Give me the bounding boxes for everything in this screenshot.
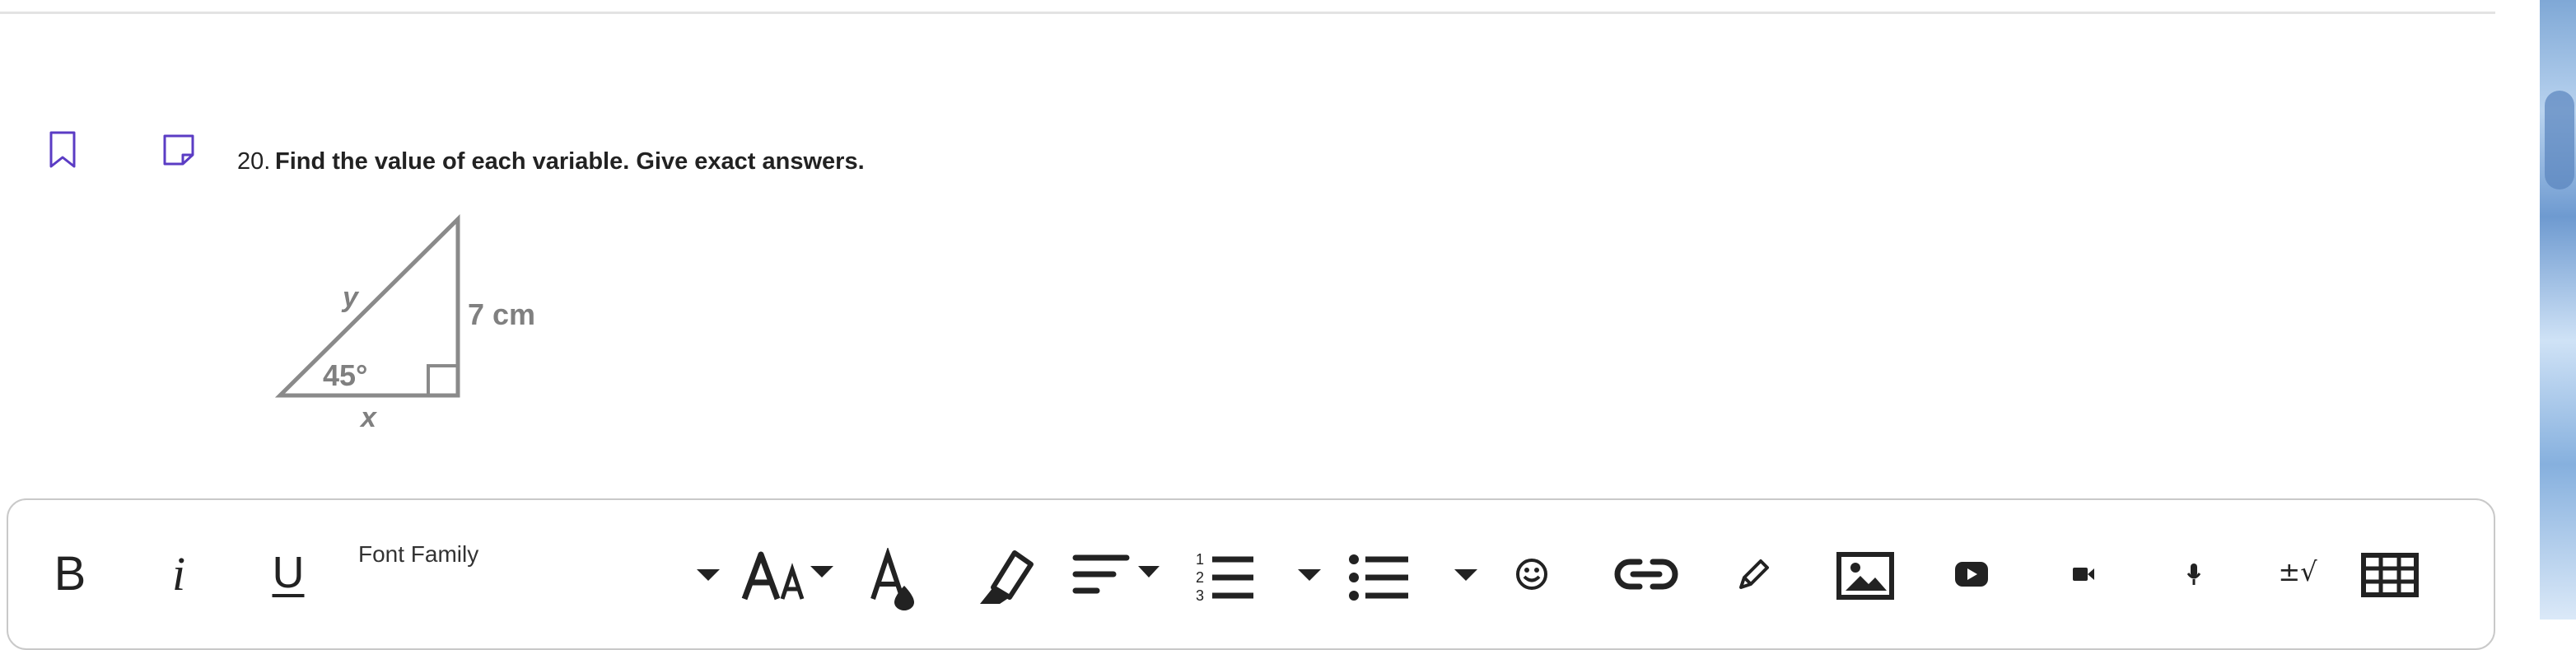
image-icon xyxy=(1836,552,1894,600)
question-number: 20. xyxy=(237,148,271,175)
svg-text:2: 2 xyxy=(1196,569,1204,586)
record-audio-button[interactable] xyxy=(2169,549,2219,599)
emoji-icon xyxy=(1516,559,1547,590)
underline-button[interactable]: U xyxy=(259,500,317,597)
hypotenuse-label: y xyxy=(341,282,360,313)
link-icon xyxy=(1614,559,1678,590)
microphone-icon xyxy=(2186,563,2201,585)
bullet-list-dropdown[interactable] xyxy=(1451,563,1481,587)
top-divider xyxy=(0,12,2495,14)
draw-button[interactable] xyxy=(1729,549,1779,599)
table-icon xyxy=(2361,553,2419,597)
italic-icon: i xyxy=(171,546,186,601)
chevron-down-icon xyxy=(697,569,720,581)
record-video-button[interactable] xyxy=(2059,549,2108,599)
math-icon: ±√ xyxy=(2278,556,2317,587)
note-button[interactable] xyxy=(161,133,196,166)
pencil-icon xyxy=(1739,559,1769,589)
highlight-button[interactable] xyxy=(972,546,1038,609)
insert-table-button[interactable] xyxy=(2357,548,2423,602)
triangle-figure: y 7 cm 45° x xyxy=(274,214,535,433)
side-label: 7 cm xyxy=(468,297,535,331)
bookmark-icon xyxy=(49,131,76,168)
bookmark-button[interactable] xyxy=(48,130,77,170)
link-button[interactable] xyxy=(1609,549,1683,599)
svg-text:1: 1 xyxy=(1196,551,1204,568)
font-family-dropdown[interactable] xyxy=(693,563,723,587)
emoji-button[interactable] xyxy=(1507,549,1556,599)
question-text: Find the value of each variable. Give ex… xyxy=(275,148,865,175)
video-icon xyxy=(2073,568,2094,581)
bold-button[interactable]: B xyxy=(41,500,99,601)
editor-toolbar: B i U Font Family 1 2 3 ±√ xyxy=(7,498,2495,650)
note-icon xyxy=(163,134,194,166)
chevron-down-icon xyxy=(1454,569,1477,581)
math-equation-button[interactable]: ±√ xyxy=(2268,543,2327,601)
background-strip xyxy=(2540,0,2576,620)
youtube-icon xyxy=(1955,562,1988,587)
highlight-icon xyxy=(980,550,1034,604)
right-angle-marker xyxy=(427,364,460,397)
numbered-list-dropdown[interactable] xyxy=(1295,563,1324,587)
align-icon xyxy=(1072,554,1160,594)
numbered-list-icon: 1 2 3 xyxy=(1196,551,1253,604)
numbered-list-button[interactable]: 1 2 3 xyxy=(1194,548,1260,606)
font-color-icon xyxy=(870,548,914,610)
font-color-button[interactable] xyxy=(868,548,926,614)
angle-label: 45° xyxy=(323,358,367,392)
italic-button[interactable]: i xyxy=(150,500,208,601)
bullet-list-button[interactable] xyxy=(1347,548,1413,606)
insert-image-button[interactable] xyxy=(1828,545,1902,607)
chevron-down-icon xyxy=(1298,569,1321,581)
bullet-list-icon xyxy=(1349,554,1408,601)
bold-icon: B xyxy=(54,546,86,601)
font-size-button[interactable] xyxy=(741,548,840,606)
svg-text:3: 3 xyxy=(1196,587,1204,604)
background-shape xyxy=(2545,91,2574,189)
font-size-icon xyxy=(741,551,833,601)
font-family-select[interactable]: Font Family xyxy=(358,541,478,568)
underline-icon: U xyxy=(272,548,305,597)
triangle-outline xyxy=(274,214,460,398)
youtube-button[interactable] xyxy=(1945,549,1998,599)
base-label: x xyxy=(359,402,378,433)
align-button[interactable] xyxy=(1072,549,1163,602)
